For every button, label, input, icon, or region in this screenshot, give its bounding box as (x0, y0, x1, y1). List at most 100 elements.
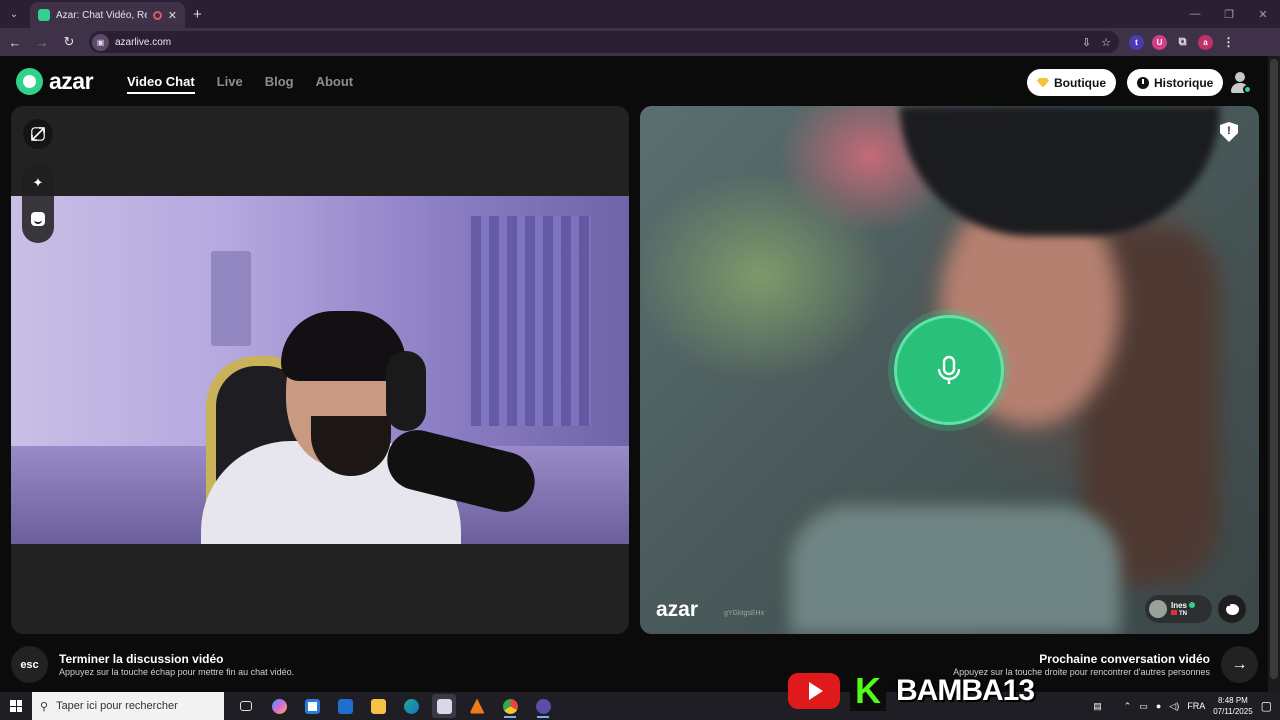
background-frame (211, 251, 251, 346)
logo-text: azar (49, 68, 94, 94)
browser-toolbar: ← → ↻ ▣ azarlive.com ⇩ ☆ t U ⧉ a ⋮ (0, 28, 1280, 56)
headphones (386, 351, 426, 431)
notifications-icon[interactable]: ▢ (1261, 699, 1272, 713)
kick-logo-icon: K (850, 670, 886, 711)
close-window-icon[interactable]: ✕ (1246, 0, 1280, 28)
vlc-icon[interactable] (465, 694, 489, 718)
tab-strip: ⌄ Azar: Chat Vidéo, Rencontr ✕ + — ❐ ✕ (0, 0, 1280, 28)
azar-favicon-icon (38, 9, 50, 21)
reload-icon[interactable]: ↻ (57, 30, 81, 54)
url-text[interactable]: azarlive.com (115, 37, 171, 48)
tunisia-flag-icon (1171, 609, 1177, 615)
user-avatar[interactable] (1228, 70, 1252, 94)
main-nav: Video Chat Live Blog About (127, 74, 353, 94)
avatar-head (1235, 72, 1245, 82)
close-tab-icon[interactable]: ✕ (168, 9, 177, 22)
tray-overflow-icon[interactable]: ⌃ (1124, 701, 1132, 712)
back-icon[interactable]: ← (3, 30, 27, 54)
tab-search-button[interactable]: ⌄ (4, 4, 24, 24)
outlook-icon[interactable] (333, 694, 357, 718)
stream-overlay: K BAMBA13 (788, 670, 1035, 712)
partner-name: Ines (1171, 600, 1188, 610)
taskbar-clock[interactable]: 8:48 PM 07/11/2025 (1213, 695, 1252, 717)
partner-video-panel: ! azar gYGktgsEHx Ines TN (640, 106, 1259, 634)
extensions-puzzle-icon[interactable]: ⧉ (1175, 35, 1190, 50)
chrome-icon[interactable] (498, 694, 522, 718)
partner-arm (790, 506, 1120, 634)
start-button[interactable] (0, 692, 32, 720)
scroll-thumb[interactable] (1270, 59, 1278, 679)
streaming-app-icon[interactable] (432, 694, 456, 718)
obs-icon[interactable] (531, 694, 555, 718)
session-id: gYGktgsEHx (724, 610, 765, 617)
volume-icon[interactable]: ◁) (1169, 701, 1179, 712)
effects-toolbar: ✦ (22, 163, 54, 243)
task-view-icon[interactable] (234, 694, 258, 718)
site-info-icon[interactable]: ▣ (92, 33, 109, 51)
youtube-logo-icon (788, 673, 840, 709)
window-controls: — ❐ ✕ (1178, 0, 1280, 28)
install-app-icon[interactable]: ⇩ (1082, 36, 1091, 49)
store-icon[interactable] (300, 694, 324, 718)
clock-icon (1137, 76, 1149, 89)
next-arrow-button[interactable]: → (1221, 646, 1258, 683)
new-tab-button[interactable]: + (193, 6, 202, 23)
system-tray: ▤ ⌃ ▭ ● ◁) FRA 8:48 PM 07/11/2025 ▢ (1093, 692, 1280, 720)
forward-icon[interactable]: → (30, 30, 54, 54)
recording-indicator-icon (152, 10, 162, 20)
sparkle-effects-icon[interactable]: ✦ (29, 174, 47, 192)
network-icon[interactable]: ▭ (1139, 701, 1148, 712)
end-chat-subtitle: Appuyez sur la touche échap pour mettre … (59, 667, 295, 677)
browser-menu-icon[interactable]: ⋮ (1221, 35, 1236, 50)
address-bar[interactable]: ▣ azarlive.com ⇩ ☆ (89, 31, 1119, 53)
gem-icon (1037, 77, 1049, 88)
search-placeholder: Taper ici pour rechercher (56, 700, 178, 712)
end-chat-title: Terminer la discussion vidéo (59, 652, 224, 666)
background-window (471, 216, 591, 426)
page-scrollbar[interactable] (1268, 56, 1280, 692)
clock-time: 8:48 PM (1218, 696, 1248, 705)
azar-logo-icon (16, 68, 43, 95)
nav-video-chat[interactable]: Video Chat (127, 74, 195, 94)
historique-label: Historique (1154, 75, 1214, 90)
expand-icon[interactable] (23, 119, 53, 149)
nav-about[interactable]: About (316, 74, 354, 94)
mic-tray-icon[interactable]: ● (1156, 701, 1161, 711)
file-explorer-icon[interactable] (366, 694, 390, 718)
taskbar-search[interactable]: ⚲ Taper ici pour rechercher (32, 692, 224, 720)
search-icon: ⚲ (40, 700, 49, 713)
site-header: azar Video Chat Live Blog About Boutique… (0, 56, 1268, 106)
my-video-panel: ✦ (11, 106, 629, 634)
boutique-button[interactable]: Boutique (1027, 69, 1116, 96)
taskbar-apps (234, 694, 555, 718)
partner-profile-chip[interactable]: Ines TN (1145, 595, 1212, 623)
historique-button[interactable]: Historique (1127, 69, 1224, 96)
streamer-name: BAMBA13 (896, 674, 1035, 707)
azar-watermark: azar (656, 598, 699, 621)
boutique-label: Boutique (1054, 75, 1106, 90)
copilot-icon[interactable] (267, 694, 291, 718)
extension-u-icon[interactable]: U (1152, 34, 1167, 50)
extension-t-icon[interactable]: t (1129, 34, 1144, 50)
nav-blog[interactable]: Blog (265, 74, 294, 94)
nav-live[interactable]: Live (217, 74, 243, 94)
language-indicator[interactable]: FRA (1187, 701, 1205, 711)
face-filter-icon[interactable] (29, 210, 47, 228)
profile-avatar[interactable]: a (1198, 34, 1213, 50)
restore-icon[interactable]: ❐ (1212, 0, 1246, 28)
self-camera-feed (11, 196, 629, 544)
windows-logo-icon (10, 700, 22, 712)
esc-key-button[interactable]: esc (11, 646, 48, 683)
bookmark-star-icon[interactable]: ☆ (1101, 36, 1111, 49)
clock-date: 07/11/2025 (1213, 707, 1253, 716)
edge-icon[interactable] (399, 694, 423, 718)
partner-country: TN (1179, 610, 1187, 617)
microphone-indicator[interactable] (894, 315, 1004, 425)
windows-taskbar: ⚲ Taper ici pour rechercher ▤ ⌃ ▭ ● ◁) F… (0, 692, 1280, 720)
azar-logo[interactable]: azar (16, 68, 94, 95)
browser-tab[interactable]: Azar: Chat Vidéo, Rencontr ✕ (30, 2, 185, 28)
next-chat-title: Prochaine conversation vidéo (1039, 652, 1210, 666)
minimize-icon[interactable]: — (1178, 0, 1212, 28)
keyboard-layout-icon[interactable]: ▤ (1093, 701, 1102, 712)
chat-button[interactable] (1218, 595, 1246, 623)
